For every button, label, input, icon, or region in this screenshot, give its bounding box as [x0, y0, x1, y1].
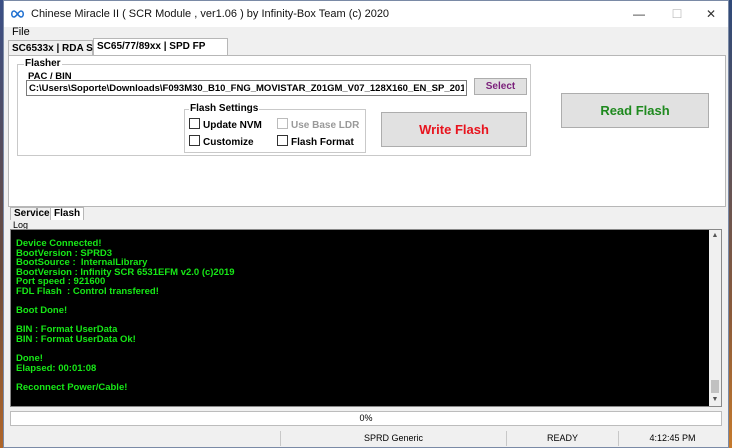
tab-content-panel: Flasher PAC / BIN Select Flash Settings … [8, 55, 726, 207]
tab-sc6533x-rda[interactable]: SC6533x | RDA SC [8, 40, 100, 55]
status-module: SPRD Generic [280, 431, 506, 446]
close-button[interactable]: ✕ [694, 1, 728, 27]
progress-text: 0% [359, 413, 373, 423]
log-line: BootVersion : Infinity SCR 6531EFM v2.0 … [16, 266, 235, 278]
infinity-app-icon [11, 10, 24, 18]
select-file-button[interactable]: Select [474, 78, 527, 95]
update-nvm-checkbox[interactable]: Update NVM [189, 118, 262, 131]
write-flash-button[interactable]: Write Flash [381, 112, 527, 147]
log-output[interactable]: Device Connected! BootVersion : SPRD3 Boot… [10, 229, 722, 407]
tab-sc65-spd-fp[interactable]: SC65/77/89xx | SPD FP [93, 38, 228, 55]
log-line: Boot Done! [16, 305, 68, 317]
log-line: Elapsed: 00:01:08 [16, 362, 97, 374]
pac-file-path-input[interactable] [26, 80, 467, 96]
log-line: BIN : Format UserData Ok! [16, 333, 136, 345]
log-line: FDL Flash : Control transfered! [16, 285, 159, 297]
flasher-group: Flasher PAC / BIN Select Flash Settings … [17, 58, 531, 156]
use-base-ldr-label: Use Base LDR [291, 120, 360, 131]
scroll-down-arrow-icon[interactable]: ▼ [709, 394, 721, 406]
minimize-button[interactable]: — [622, 1, 656, 27]
flasher-group-label: Flasher [24, 58, 62, 69]
window-title: Chinese Miracle II ( SCR Module , ver1.0… [31, 8, 390, 20]
flash-settings-label: Flash Settings [189, 103, 260, 114]
app-window: Chinese Miracle II ( SCR Module , ver1.0… [3, 0, 729, 448]
status-bar: SPRD Generic READY 4:12:45 PM [4, 430, 728, 447]
log-scrollbar[interactable]: ▲ ▼ [709, 230, 721, 406]
checkbox-box[interactable] [189, 118, 200, 129]
log-line: Done! [16, 353, 43, 365]
flash-format-label: Flash Format [291, 137, 354, 148]
checkbox-box[interactable] [277, 135, 288, 146]
update-nvm-label: Update NVM [203, 120, 262, 131]
maximize-button[interactable]: ☐ [660, 1, 694, 27]
log-text: Device Connected! BootVersion : SPRD3 Boot… [16, 239, 706, 393]
checkbox-box[interactable] [277, 118, 288, 129]
log-line: Reconnect Power/Cable! [16, 381, 128, 393]
read-flash-button[interactable]: Read Flash [561, 93, 709, 128]
menu-bar: File [4, 25, 728, 39]
log-line: Device Connected! [16, 238, 102, 249]
use-base-ldr-checkbox[interactable]: Use Base LDR [277, 118, 359, 131]
tab-flash[interactable]: Flash [50, 207, 85, 220]
tab-service[interactable]: Service [10, 207, 54, 220]
status-state: READY [506, 431, 618, 446]
customize-checkbox[interactable]: Customize [189, 135, 254, 148]
title-bar[interactable]: Chinese Miracle II ( SCR Module , ver1.0… [4, 1, 728, 27]
status-time: 4:12:45 PM [618, 431, 726, 446]
flash-format-checkbox[interactable]: Flash Format [277, 135, 354, 148]
progress-bar: 0% [10, 411, 722, 426]
scrollbar-thumb[interactable] [711, 380, 719, 393]
menu-file[interactable]: File [12, 26, 30, 38]
flash-settings-group: Flash Settings Update NVM Use Base LDR C… [184, 103, 366, 153]
scroll-up-arrow-icon[interactable]: ▲ [709, 230, 721, 242]
customize-label: Customize [203, 137, 254, 148]
checkbox-box[interactable] [189, 135, 200, 146]
